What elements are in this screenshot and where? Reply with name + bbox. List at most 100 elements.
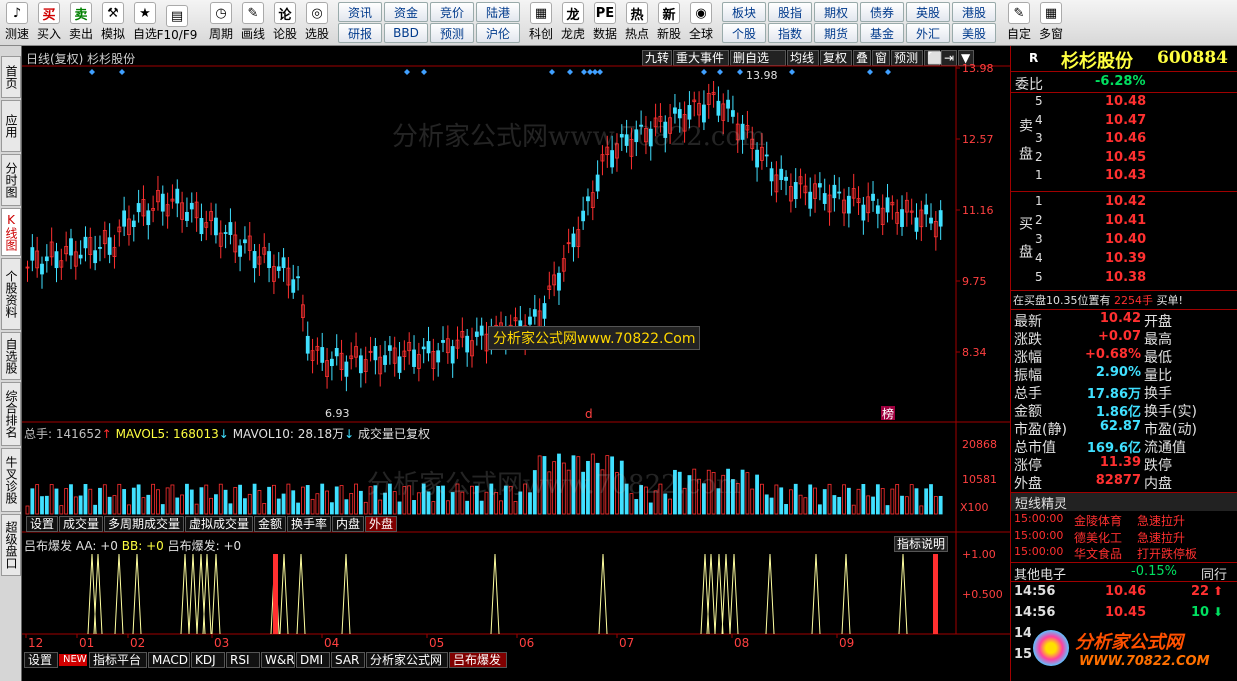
divider [1011, 290, 1237, 291]
volume-bar [397, 501, 402, 515]
toolbar-button-b-3[interactable]: 热热点 [622, 2, 652, 44]
volume-tab-5[interactable]: 换手率 [287, 516, 331, 532]
toolbar-grid-陆港[interactable]: 陆港 [476, 2, 520, 22]
left-tab-1[interactable]: 应用 [1, 100, 21, 152]
toolbar-grid-预测[interactable]: 预测 [430, 23, 474, 43]
stat-right-label-3: 量比 [1144, 368, 1172, 384]
toolbar-grid-BBD[interactable]: BBD [384, 23, 428, 43]
stat-value-0: 10.42 [1099, 311, 1141, 326]
toolbar-grid2-美股[interactable]: 美股 [952, 23, 996, 43]
toolbar-button-a-1[interactable]: 买买入 [34, 2, 64, 44]
toolbar-button-a-7[interactable]: ✎ 画线 [238, 2, 268, 44]
toolbar-grid2-股指[interactable]: 股指 [768, 2, 812, 22]
bottom-tab-7[interactable]: DMI [296, 652, 330, 668]
bottom-tab-2[interactable]: 指标平台 [89, 652, 147, 668]
toolbar-button-b-4[interactable]: 新新股 [654, 2, 684, 44]
bottom-tab-0[interactable]: 设置 [24, 652, 58, 668]
left-tab-0[interactable]: 首页 [1, 56, 21, 98]
toolbar-grid2-个股[interactable]: 个股 [722, 23, 766, 43]
volume-bar [54, 488, 59, 515]
left-tab-2[interactable]: 分时图 [1, 154, 21, 206]
toolbar-grid2-指数[interactable]: 指数 [768, 23, 812, 43]
bottom-tab-3[interactable]: MACD [148, 652, 190, 668]
toolbar-button-a-8[interactable]: 论论股 [270, 2, 300, 44]
buy-price-4[interactable]: 10.39 [1105, 251, 1146, 266]
toolbar-grid2-期权[interactable]: 期权 [814, 2, 858, 22]
elf-stock-1[interactable]: 德美化工 [1074, 529, 1122, 546]
toolbar-grid2-期货[interactable]: 期货 [814, 23, 858, 43]
short-elf-title[interactable]: 短线精灵 [1011, 493, 1237, 512]
toolbar-button-b-0[interactable]: ▦ 科创 [526, 2, 556, 44]
toolbar-button-a-0[interactable]: ♪ 测速 [2, 2, 32, 44]
bottom-tab-10[interactable]: 吕布爆发 [449, 652, 507, 668]
buy-price-2[interactable]: 10.41 [1105, 213, 1146, 228]
toolbar-icon-a-1: 买 [38, 2, 60, 24]
elf-stock-0[interactable]: 金陵体育 [1074, 512, 1122, 529]
bottom-tab-8[interactable]: SAR [331, 652, 365, 668]
volume-bar [745, 472, 750, 515]
volume-bar [180, 494, 185, 515]
volume-tab-3[interactable]: 虚拟成交量 [185, 516, 253, 532]
bottom-tab-1[interactable]: NEW [59, 654, 87, 666]
indicator-explain-button[interactable]: 指标说明 [894, 536, 949, 552]
volume-bar [842, 484, 846, 515]
left-tab-4[interactable]: 个股资料 [1, 258, 21, 330]
left-tab-7[interactable]: 牛叉诊股 [1, 448, 21, 512]
elf-stock-2[interactable]: 华文食品 [1074, 545, 1122, 562]
volume-bar [107, 496, 112, 515]
buy-price-5[interactable]: 10.38 [1105, 270, 1146, 285]
buy-price-3[interactable]: 10.40 [1105, 232, 1146, 247]
toolbar-grid-竞价[interactable]: 竞价 [430, 2, 474, 22]
left-tab-5[interactable]: 自选股 [1, 332, 21, 380]
buy-price-1[interactable]: 10.42 [1105, 194, 1146, 209]
bottom-tab-4[interactable]: KDJ [191, 652, 225, 668]
toolbar-button-c-1[interactable]: ▦ 多窗 [1036, 2, 1066, 44]
bottom-tab-5[interactable]: RSI [226, 652, 260, 668]
bottom-tab-9[interactable]: 分析家公式网 [366, 652, 448, 668]
volume-bar [339, 485, 344, 515]
toolbar-button-a-6[interactable]: ◷ 周期 [206, 2, 236, 44]
toolbar-grid2-港股[interactable]: 港股 [952, 2, 996, 22]
left-tab-6[interactable]: 综合排名 [1, 382, 21, 446]
sell-price-5[interactable]: 10.48 [1105, 94, 1146, 109]
candle-body [426, 341, 431, 354]
volume-tab-1[interactable]: 成交量 [59, 516, 103, 532]
volume-tab-7[interactable]: 外盘 [365, 516, 397, 532]
toolbar-grid-资金[interactable]: 资金 [384, 2, 428, 22]
toolbar-grid-资讯[interactable]: 资讯 [338, 2, 382, 22]
toolbar-button-b-2[interactable]: PE 数据 [590, 2, 620, 44]
indicator-spike-4 [180, 553, 190, 635]
sell-price-1[interactable]: 10.43 [1105, 168, 1146, 183]
volume-bar [846, 487, 851, 515]
toolbar-grid2-板块[interactable]: 板块 [722, 2, 766, 22]
volume-bar [851, 504, 856, 515]
sell-price-3[interactable]: 10.46 [1105, 131, 1146, 146]
sell-price-2[interactable]: 10.45 [1105, 150, 1146, 165]
volume-tab-6[interactable]: 内盘 [332, 516, 364, 532]
toolbar-grid2-债券[interactable]: 债券 [860, 2, 904, 22]
sell-price-4[interactable]: 10.47 [1105, 113, 1146, 128]
bottom-tab-6[interactable]: W&R [261, 652, 295, 668]
toolbar-grid2-基金[interactable]: 基金 [860, 23, 904, 43]
volume-tab-4[interactable]: 金额 [254, 516, 286, 532]
kline-chart-area[interactable]: 日线(复权) 杉杉股份 九转 重大事件 删自选 均线 复权叠窗预测 ⬜ ⇥ ▼ 13.98 12… [22, 46, 1010, 681]
big-order-text: 在买盘10.35位置有 [1013, 294, 1114, 307]
toolbar-grid2-英股[interactable]: 英股 [906, 2, 950, 22]
toolbar-grid2-外汇[interactable]: 外汇 [906, 23, 950, 43]
toolbar-button-a-3[interactable]: ⚒ 模拟 [98, 2, 128, 44]
toolbar-button-c-0[interactable]: ✎ 自定 [1004, 2, 1034, 44]
candle-body [175, 188, 180, 204]
toolbar-button-a-4[interactable]: ★ 自选 [130, 2, 160, 44]
volume-tab-2[interactable]: 多周期成交量 [104, 516, 184, 532]
toolbar-grid-研报[interactable]: 研报 [338, 23, 382, 43]
toolbar-button-a-2[interactable]: 卖卖出 [66, 2, 96, 44]
left-tab-3[interactable]: K线图 [1, 208, 21, 256]
toolbar-button-a-5[interactable]: ▤ F10/F9 [157, 2, 197, 44]
toolbar-button-b-5[interactable]: ◉ 全球 [686, 2, 716, 44]
candle-body [861, 204, 866, 221]
left-tab-8[interactable]: 超级盘口 [1, 514, 21, 576]
toolbar-grid-沪伦[interactable]: 沪伦 [476, 23, 520, 43]
toolbar-button-a-9[interactable]: ◎ 选股 [302, 2, 332, 44]
volume-tab-0[interactable]: 设置 [26, 516, 58, 532]
toolbar-button-b-1[interactable]: 龙龙虎 [558, 2, 588, 44]
